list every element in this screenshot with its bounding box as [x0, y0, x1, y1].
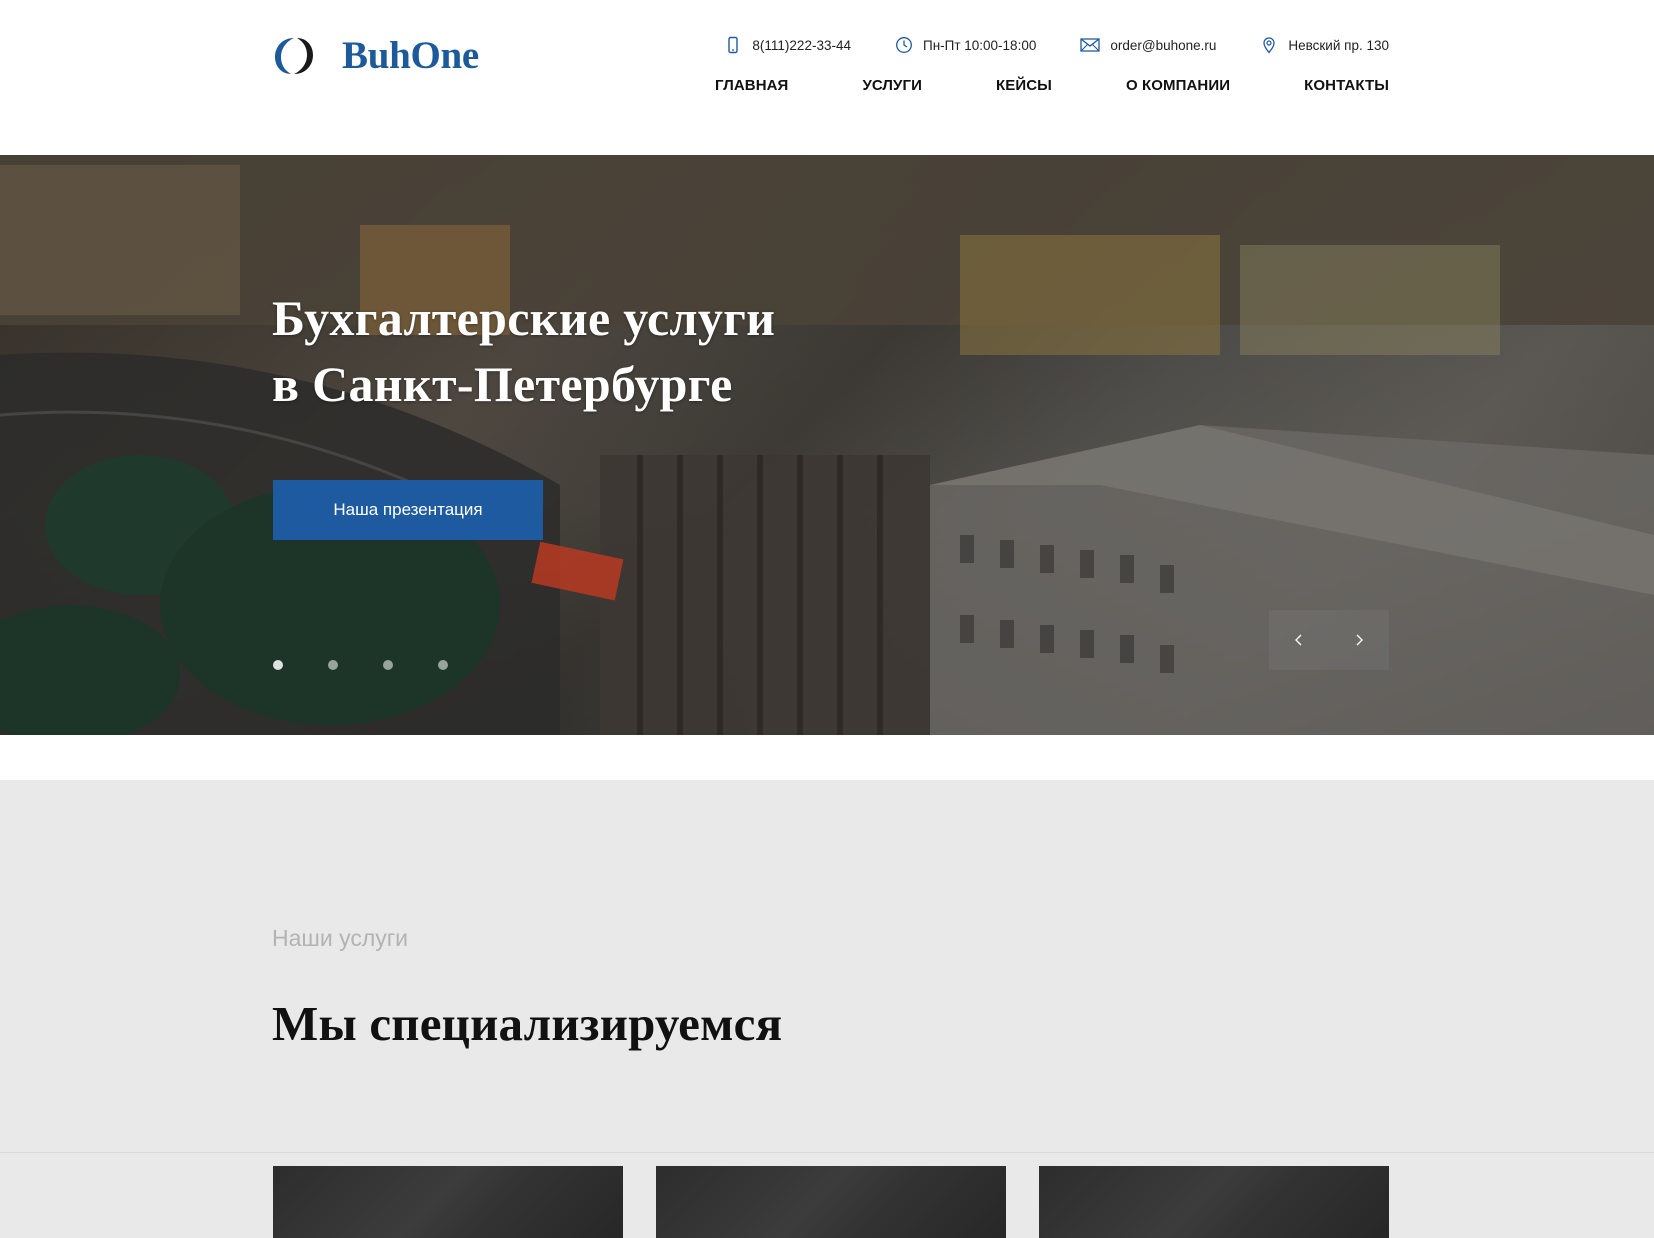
envelope-icon	[1080, 38, 1100, 52]
hero-title-line-2: в Санкт-Петербурге	[272, 356, 733, 412]
slider-next-button[interactable]	[1329, 610, 1389, 670]
section-divider	[0, 1152, 1654, 1153]
phone-text: 8(111)222-33-44	[752, 37, 851, 53]
chevron-right-icon	[1356, 634, 1363, 646]
clock-icon	[896, 37, 912, 53]
address-text: Невский пр. 130	[1288, 37, 1389, 53]
nav-item-about[interactable]: О КОМПАНИИ	[1126, 77, 1230, 94]
nav-item-contacts[interactable]: КОНТАКТЫ	[1304, 77, 1389, 94]
hours-text: Пн-Пт 10:00-18:00	[922, 37, 1037, 53]
logo-link[interactable]: BuhOne	[272, 33, 479, 78]
services-eyebrow: Наши услуги	[272, 925, 408, 951]
services-section: Наши услуги Мы специализируемся	[0, 780, 1654, 1238]
ring-logo-icon	[275, 37, 313, 74]
brand-name: BuhOne	[342, 34, 479, 77]
chevron-left-icon	[1295, 634, 1302, 646]
contact-hours: Пн-Пт 10:00-18:00	[895, 36, 1036, 54]
nav-item-cases[interactable]: КЕЙСЫ	[996, 77, 1052, 94]
header-contacts: 8(111)222-33-44 Пн-Пт 10:00-18:00 order@…	[724, 36, 1389, 54]
nav-item-services[interactable]: УСЛУГИ	[862, 77, 922, 94]
slider-prev-button[interactable]	[1269, 610, 1329, 670]
email-text: order@buhone.ru	[1110, 37, 1217, 53]
presentation-button[interactable]: Наша презентация	[273, 480, 543, 540]
slider-pagination	[273, 660, 493, 670]
slider-arrows	[1269, 610, 1389, 670]
slider-dot-1[interactable]	[273, 660, 283, 670]
hero-title: Бухгалтерские услуги в Санкт-Петербурге	[272, 285, 775, 417]
contact-address: Невский пр. 130	[1260, 36, 1389, 54]
phone-icon	[728, 36, 739, 54]
contact-email[interactable]: order@buhone.ru	[1080, 36, 1216, 54]
map-pin-icon	[1263, 37, 1276, 54]
service-cards	[273, 1166, 1389, 1238]
hero-slider: Бухгалтерские услуги в Санкт-Петербурге …	[0, 155, 1654, 735]
slider-dot-3[interactable]	[383, 660, 393, 670]
main-nav: ГЛАВНАЯ УСЛУГИ КЕЙСЫ О КОМПАНИИ КОНТАКТЫ	[715, 77, 1389, 94]
site-header: BuhOne 8(111)222-33-44 Пн-Пт 10:00-18:00…	[0, 0, 1654, 155]
service-card-2[interactable]	[656, 1166, 1006, 1238]
city-background-image	[0, 155, 1654, 735]
hero-title-line-1: Бухгалтерские услуги	[272, 290, 776, 346]
slider-dot-2[interactable]	[328, 660, 338, 670]
service-card-3[interactable]	[1039, 1166, 1389, 1238]
contact-phone[interactable]: 8(111)222-33-44	[724, 36, 851, 54]
service-card-1[interactable]	[273, 1166, 623, 1238]
nav-item-home[interactable]: ГЛАВНАЯ	[715, 77, 788, 94]
slider-dot-4[interactable]	[438, 660, 448, 670]
services-title: Мы специализируемся	[272, 996, 783, 1051]
